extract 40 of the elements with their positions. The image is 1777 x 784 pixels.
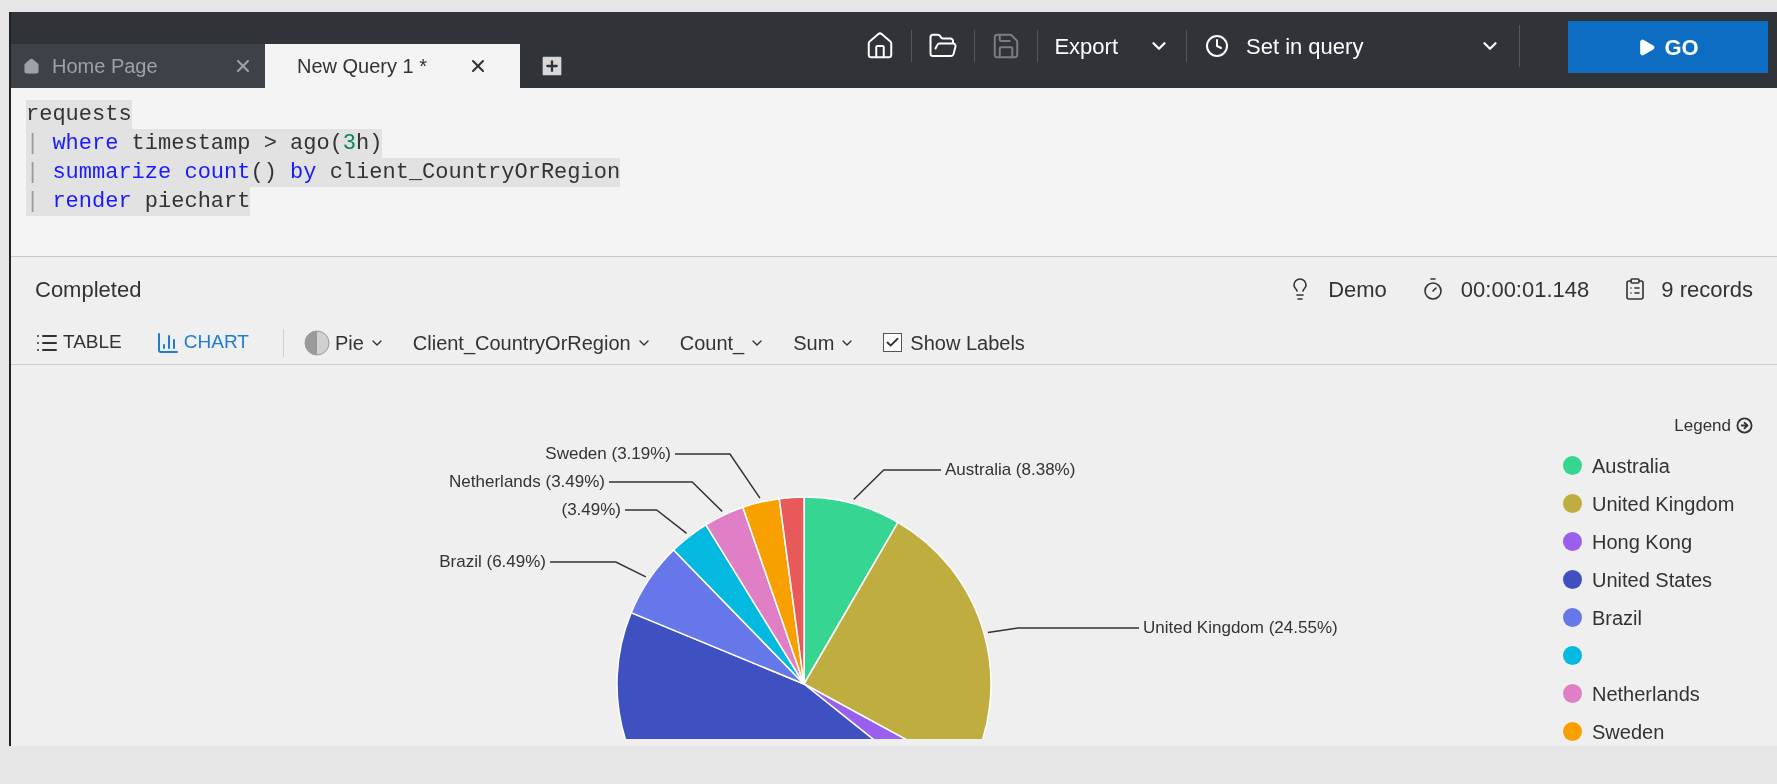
legend-title: Legend [1674, 415, 1731, 437]
home-icon [23, 57, 40, 75]
go-button[interactable]: GO [1568, 21, 1768, 73]
slice-label: Netherlands (3.49%) [449, 472, 605, 491]
aggregation-dropdown[interactable]: Sum [793, 327, 856, 358]
legend-label: Australia [1592, 453, 1670, 479]
x-column-dropdown[interactable]: Client_CountryOrRegion [412, 327, 652, 358]
clock-icon [1205, 34, 1229, 58]
checkbox-label: Show Labels [910, 330, 1025, 356]
tab-label: New Query 1 * [297, 54, 428, 79]
play-icon [1637, 37, 1657, 57]
legend-label: United States [1592, 567, 1713, 593]
legend-label: Sweden [1592, 719, 1665, 745]
view-toggle[interactable]: CHART [155, 328, 249, 357]
chart-type-dropdown[interactable]: Pie [303, 327, 385, 358]
export-dropdown[interactable]: Export [1038, 29, 1186, 63]
y-column-dropdown[interactable]: Count_ [679, 327, 766, 358]
slice-label: (3.49%) [561, 500, 621, 519]
query-status: Completed [35, 275, 143, 304]
bar-chart-icon [155, 330, 180, 355]
pie-chart-icon [303, 329, 330, 356]
query-tab[interactable]: New Query 1 * [265, 44, 520, 88]
slice-label: Australia (8.38%) [945, 460, 1076, 479]
database-name: Demo [1328, 275, 1387, 304]
arrow-circle-icon[interactable] [1736, 417, 1753, 435]
legend-label: Hong Kong [1592, 529, 1693, 555]
time-range-dropdown[interactable]: Set in query [1187, 29, 1519, 63]
slice-label: Brazil (6.49%) [439, 552, 546, 571]
legend-label: United Kingdom [1592, 491, 1735, 517]
query-editor[interactable]: requests | where timestamp > ago(3h) | summarize count() by client_CountryOrRegion | render piechart [11, 88, 1777, 257]
tab-label: Home Page [52, 54, 158, 79]
legend-label: Brazil [1592, 605, 1642, 631]
query-tab[interactable]: Home Page [11, 44, 265, 88]
checkbox[interactable] [883, 333, 903, 352]
record-count: 9 records [1661, 275, 1753, 304]
view-toggle[interactable]: TABLE [35, 328, 122, 357]
legend-label: Netherlands [1592, 681, 1700, 707]
query-duration: 00:00:01.148 [1460, 275, 1590, 304]
slice-label: United Kingdom (24.55%) [1143, 618, 1338, 637]
slice-label: Sweden (3.19%) [545, 444, 671, 463]
